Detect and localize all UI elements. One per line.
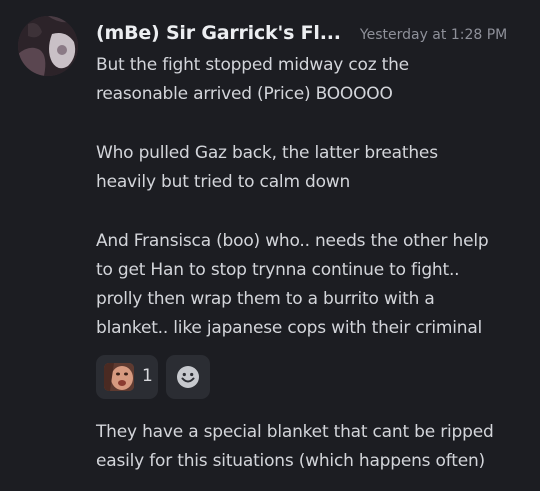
message-line: And Fransisca (boo) who.. needs the othe… (96, 231, 489, 251)
username[interactable]: (mBe) Sir Garrick's Fl... (96, 22, 341, 44)
message-line: easily for this situations (which happen… (96, 451, 485, 471)
message-paragraph: But the fight stopped midway coz the rea… (96, 51, 536, 109)
reaction-pill[interactable]: 1 (96, 355, 158, 399)
reaction-count: 1 (142, 366, 153, 386)
chat-message: (mBe) Sir Garrick's Fl... Yesterday at 1… (0, 0, 540, 491)
message-line: Who pulled Gaz back, the latter breathes (96, 143, 438, 163)
message-paragraph: And Fransisca (boo) who.. needs the othe… (96, 227, 536, 343)
message-line: prolly then wrap them to a burrito with … (96, 289, 435, 309)
message-line: heavily but tried to calm down (96, 172, 351, 192)
message-line: blanket.. like japanese cops with their … (96, 318, 483, 338)
avatar-image (18, 16, 78, 76)
avatar[interactable] (18, 16, 78, 76)
face-emoji-icon (104, 363, 134, 391)
smiley-icon (177, 366, 199, 388)
message-paragraph: Who pulled Gaz back, the latter breathes… (96, 139, 536, 197)
message-line: They have a special blanket that cant be… (96, 422, 494, 442)
add-reaction-button[interactable] (166, 355, 210, 399)
message-header: (mBe) Sir Garrick's Fl... Yesterday at 1… (96, 22, 536, 50)
timestamp: Yesterday at 1:28 PM (359, 27, 508, 43)
message-line: reasonable arrived (Price) BOOOOO (96, 84, 393, 104)
message-paragraph: They have a special blanket that cant be… (96, 418, 536, 476)
message-line: But the fight stopped midway coz the (96, 55, 409, 75)
message-line: to get Han to stop trynna continue to fi… (96, 260, 460, 280)
